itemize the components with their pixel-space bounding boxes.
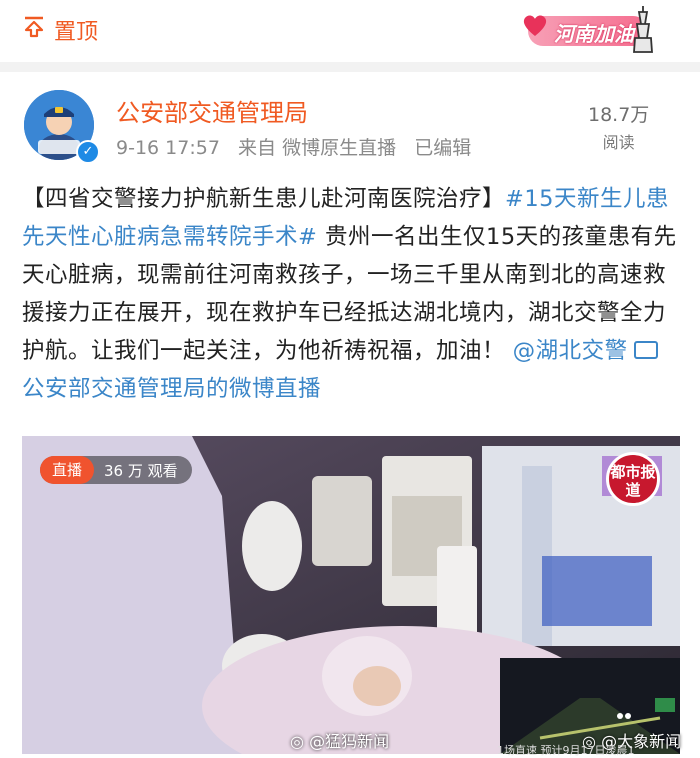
top-bar: 置顶 河南加油 (0, 0, 700, 62)
post-time: 9-16 17:57 (116, 137, 220, 159)
view-count-label: 阅读 (602, 133, 635, 152)
verified-badge-icon: ✓ (76, 140, 100, 164)
badge-text: 河南加油 (554, 22, 634, 46)
post-source[interactable]: 来自 微博原生直播 (238, 137, 396, 159)
live-stream-link[interactable]: 公安部交通管理局的微博直播 (22, 376, 321, 402)
mention-link[interactable]: @湖北交警 (513, 338, 628, 364)
live-status-pill: 直播 36 万 观看 (40, 456, 192, 484)
pin-top-icon (22, 15, 54, 45)
pin-label: 置顶 (54, 20, 99, 45)
tower-icon (630, 4, 656, 58)
weibo-icon: ◎ (290, 732, 304, 751)
live-stream-icon (633, 340, 658, 359)
watermark-mengma-text: @猛犸新闻 (309, 732, 390, 751)
heart-icon (520, 10, 550, 44)
henan-jiayou-badge[interactable]: 河南加油 (520, 4, 660, 54)
post-meta: 9-16 17:57 来自 微博原生直播 已编辑 (116, 133, 471, 160)
section-divider (0, 62, 700, 72)
post-title: 【四省交警接力护航新生患儿赴河南医院治疗】 (22, 186, 506, 212)
pip-caption: 1场直速 预计9月17日凌晨1 (497, 744, 635, 757)
view-count: 18.7万 阅读 (588, 100, 649, 153)
watermark-mengma: ◎ @猛犸新闻 (290, 728, 389, 752)
dushi-baodao-logo: 都市报道 (606, 452, 660, 506)
post-text: 【四省交警接力护航新生患儿赴河南医院治疗】#15天新生儿患先天性心脏病急需转院手… (22, 180, 682, 408)
author-name[interactable]: 公安部交通管理局 (116, 93, 308, 128)
live-tag: 直播 (40, 456, 95, 484)
post-edited[interactable]: 已编辑 (414, 137, 471, 159)
live-video-player[interactable]: 直播 36 万 观看 都市报道 (22, 436, 680, 754)
view-count-number: 18.7万 (588, 104, 650, 126)
viewer-count: 36 万 观看 (104, 461, 178, 480)
pin-to-top-button[interactable]: 置顶 (22, 14, 98, 46)
